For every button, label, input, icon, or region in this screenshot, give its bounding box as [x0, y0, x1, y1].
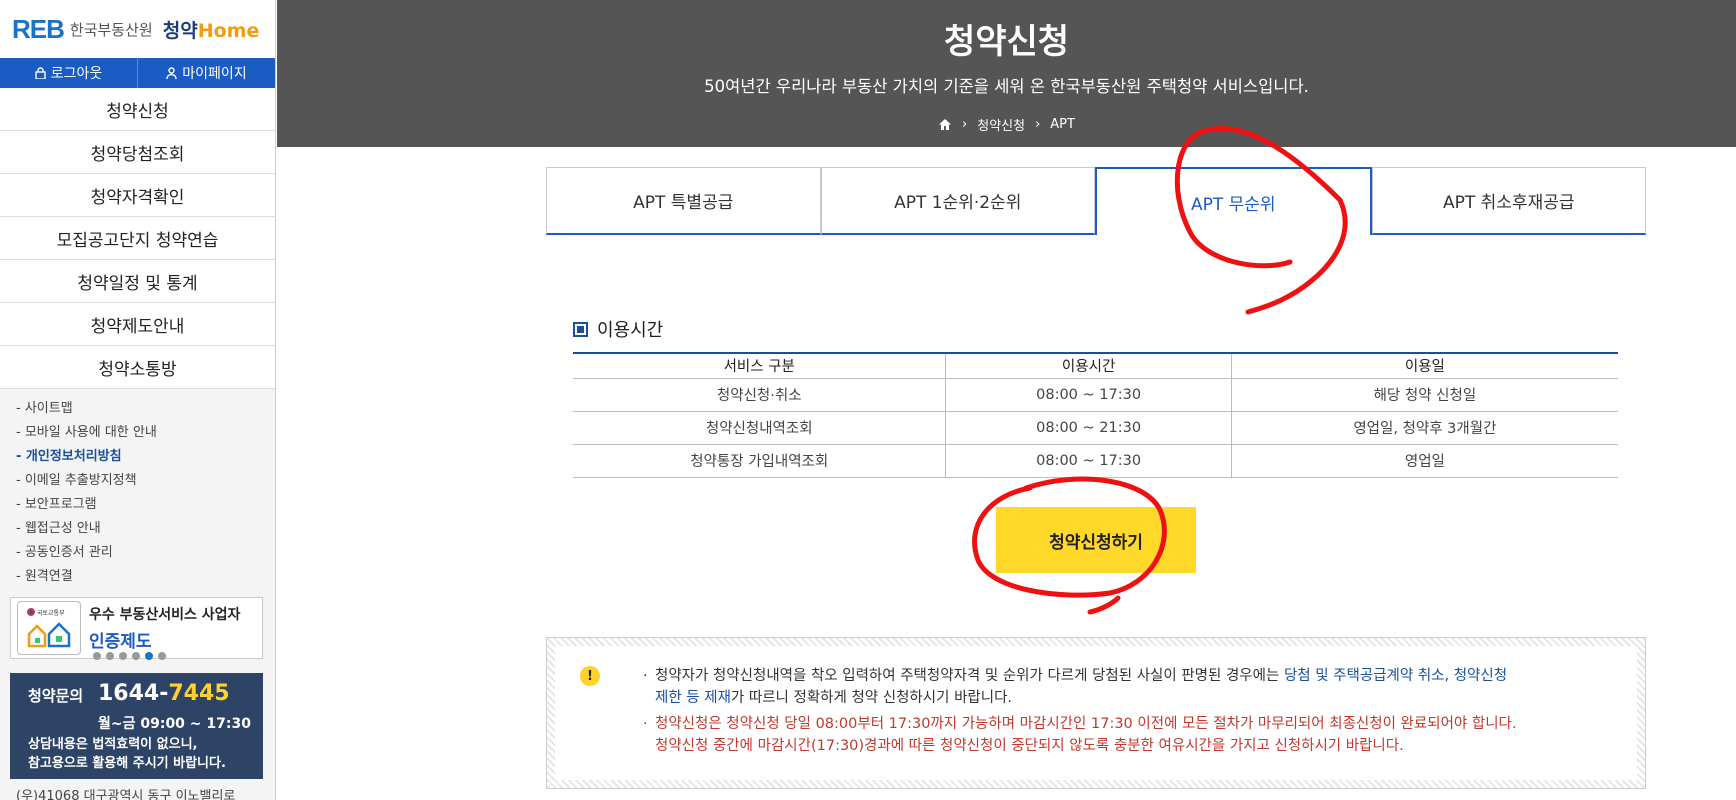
tab-unranked[interactable]: APT 무순위	[1095, 167, 1372, 235]
sidebar-item-eligibility[interactable]: 청약자격확인	[0, 174, 275, 217]
sidebar: REB 한국부동산원 청약Home 로그아웃 마이페이지 청약신청 청약당첨조회…	[0, 0, 276, 800]
link-accessibility[interactable]: - 웹접근성 안내	[16, 517, 275, 541]
pager-dot[interactable]	[106, 652, 114, 660]
chevron-right-icon: ›	[1035, 117, 1041, 132]
breadcrumb: › 청약신청 › APT	[277, 115, 1736, 134]
footer-links: - 사이트맵 - 모바일 사용에 대한 안내 - 개인정보처리방침 - 이메일 …	[0, 389, 275, 593]
tab-rank-1-2[interactable]: APT 1순위·2순위	[820, 167, 1095, 235]
tab-resupply[interactable]: APT 취소후재공급	[1371, 167, 1646, 235]
certification-text: 우수 부동산서비스 사업자 인증제도	[89, 604, 240, 652]
notice-item-1: · 청약자가 청약신청내역을 착오 입력하여 주택청약자격 및 순위가 다르게 당…	[643, 668, 1508, 706]
apt-tabs: APT 특별공급 APT 1순위·2순위 APT 무순위 APT 취소후재공급	[546, 167, 1646, 235]
column-header: 서비스 구분	[573, 352, 946, 379]
cert-line2: 인증제도	[89, 632, 152, 652]
home-logo: 청약Home	[162, 19, 260, 42]
link-security-program[interactable]: - 보안프로그램	[16, 493, 275, 517]
usage-title: 이용시간	[597, 320, 664, 341]
table-cell: 청약통장 가입내역조회	[573, 444, 946, 478]
mypage-button[interactable]: 마이페이지	[137, 58, 275, 88]
table-cell: 영업일	[1230, 444, 1618, 478]
certification-banner[interactable]: 국토교통부 우수 부동산서비스 사업자 인증제도	[10, 597, 263, 660]
sidebar-item-system-guide[interactable]: 청약제도안내	[0, 303, 275, 346]
mypage-label: 마이페이지	[182, 66, 247, 82]
contact-note: 상담내용은 법적효력이 없으니, 참고용으로 활용해 주시기 바랍니다.	[28, 737, 226, 771]
link-remote[interactable]: - 원격연결	[16, 565, 275, 589]
cert-line1: 우수 부동산서비스 사업자	[89, 607, 241, 623]
sidebar-item-winner-lookup[interactable]: 청약당첨조회	[0, 131, 275, 174]
table-header-row: 서비스 구분 이용시간 이용일	[573, 352, 1618, 379]
logout-button[interactable]: 로그아웃	[0, 58, 137, 88]
warning-icon: !	[580, 666, 600, 686]
pager-dot[interactable]	[93, 652, 101, 660]
page-header: 청약신청 50여년간 우리나라 부동산 가치의 기준을 세워 온 한국부동산원 …	[277, 0, 1736, 147]
sidebar-item-schedule[interactable]: 청약일정 및 통계	[0, 260, 275, 303]
pager-dot[interactable]	[158, 652, 166, 660]
column-header: 이용일	[1230, 352, 1618, 379]
usage-section-title: 이용시간	[573, 316, 663, 342]
reb-logo-text: REB	[12, 13, 65, 44]
link-sitemap[interactable]: - 사이트맵	[16, 397, 275, 421]
sidebar-item-community[interactable]: 청약소통방	[0, 346, 275, 389]
usage-hours-table: 서비스 구분 이용시간 이용일 청약신청·취소 08:00 ~ 17:30 해당…	[573, 352, 1618, 478]
contact-hours: 월~금 09:00 ~ 17:30	[98, 716, 251, 732]
page-title: 청약신청	[943, 22, 1070, 62]
svg-text:국토교통부: 국토교통부	[37, 610, 65, 617]
table-cell: 영업일, 청약후 3개월간	[1230, 411, 1618, 445]
logout-label: 로그아웃	[50, 66, 103, 82]
sidebar-menu: 청약신청 청약당첨조회 청약자격확인 모집공고단지 청약연습 청약일정 및 통계…	[0, 88, 275, 389]
site-logo[interactable]: REB 한국부동산원 청약Home	[0, 0, 275, 58]
link-privacy-policy[interactable]: - 개인정보처리방침	[16, 445, 275, 469]
banner-pagination	[93, 652, 166, 660]
pager-dot-active[interactable]	[145, 652, 153, 660]
table-cell: 청약신청내역조회	[573, 411, 946, 445]
table-row: 청약신청·취소 08:00 ~ 17:30 해당 청약 신청일	[573, 378, 1618, 412]
person-icon	[166, 67, 177, 79]
chevron-right-icon: ›	[962, 117, 968, 132]
table-cell: 08:00 ~ 17:30	[945, 378, 1232, 412]
tab-special-supply[interactable]: APT 특별공급	[546, 167, 821, 235]
table-row: 청약신청내역조회 08:00 ~ 21:30 영업일, 청약후 3개월간	[573, 411, 1618, 445]
breadcrumb-item[interactable]: 청약신청	[977, 115, 1025, 134]
sidebar-item-practice[interactable]: 모집공고단지 청약연습	[0, 217, 275, 260]
apply-button[interactable]: 청약신청하기	[996, 507, 1196, 573]
table-cell: 해당 청약 신청일	[1230, 378, 1618, 412]
org-name: 한국부동산원	[69, 20, 153, 39]
contact-title: 청약문의	[28, 687, 84, 705]
lock-icon	[35, 67, 46, 79]
link-certificate[interactable]: - 공동인증서 관리	[16, 541, 275, 565]
notice-box: ! · 청약자가 청약신청내역을 착오 입력하여 주택청약자격 및 순위가 다르게…	[546, 637, 1646, 789]
contact-box: 청약문의 1644-7445 월~금 09:00 ~ 17:30 상담내용은 법…	[10, 673, 263, 779]
home-icon[interactable]	[938, 118, 952, 131]
pager-dot[interactable]	[132, 652, 140, 660]
ministry-seal-icon: 국토교통부	[17, 601, 81, 655]
table-cell: 08:00 ~ 21:30	[945, 411, 1232, 445]
column-header: 이용시간	[945, 352, 1232, 379]
link-mobile-guide[interactable]: - 모바일 사용에 대한 안내	[16, 421, 275, 445]
breadcrumb-item[interactable]: APT	[1050, 117, 1075, 132]
address: (우)41068 대구광역시 동구 이노밸리로	[16, 789, 236, 800]
square-bullet-icon	[573, 321, 588, 337]
link-email-policy[interactable]: - 이메일 추출방지정책	[16, 469, 275, 493]
contact-number: 1644-7445	[98, 681, 230, 706]
table-cell: 청약신청·취소	[573, 378, 946, 412]
table-cell: 08:00 ~ 17:30	[945, 444, 1232, 478]
table-row: 청약통장 가입내역조회 08:00 ~ 17:30 영업일	[573, 444, 1618, 478]
pager-dot[interactable]	[119, 652, 127, 660]
notice-item-2: · 청약신청은 청약신청 당일 08:00부터 17:30까지 가능하며 마감시간…	[643, 716, 1517, 754]
sidebar-item-apply[interactable]: 청약신청	[0, 88, 275, 131]
account-bar: 로그아웃 마이페이지	[0, 58, 275, 88]
page-subtitle: 50여년간 우리나라 부동산 가치의 기준을 세워 온 한국부동산원 주택청약 …	[704, 77, 1309, 96]
